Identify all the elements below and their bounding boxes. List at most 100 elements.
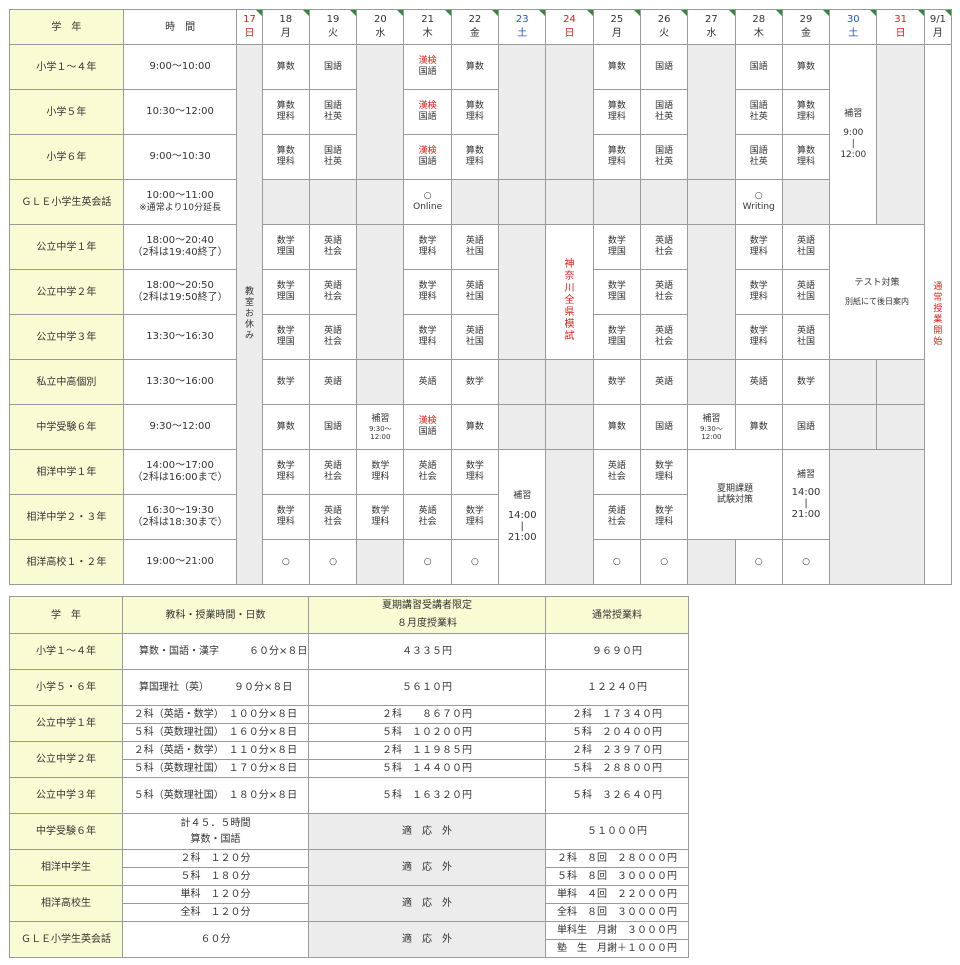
fee-subjects: 計４５．５時間 算数・国語: [122, 813, 309, 850]
fee-header-subjects: 教科・授業時間・日数: [122, 596, 309, 634]
fee-summer: 適 応 外: [308, 813, 546, 850]
class-cell: 数学 理国: [261, 269, 310, 315]
time-cell: 18:00～20:50 （2科は19:50終了）: [122, 269, 238, 315]
empty-cell: [356, 179, 405, 225]
empty-cell: [498, 359, 547, 405]
fee-row: 公立中学３年 ５科（英数理社国） １８０分×８日 ５科 １６３２０円 ５科 ３２…: [9, 777, 689, 814]
fee-header-grade: 学 年: [9, 596, 123, 634]
regular-start-text: 通常授業開始: [933, 281, 943, 347]
class-cell: 算数 理科: [781, 89, 831, 135]
class-cell: ○: [403, 539, 452, 585]
fee-subjects: ５科（英数理社国） １８０分×８日: [122, 777, 309, 814]
empty-cell: [876, 359, 925, 405]
class-cell: 国語 社英: [308, 89, 358, 135]
fee-regular: ５科 ３２６４０円: [545, 777, 689, 814]
schedule-row: 公立中学１年 18:00～20:40 （2科は19:40終了） 数学 理国 英語 …: [9, 224, 952, 360]
class-cell: 算数 理科: [261, 134, 310, 180]
schedule-row: 小学６年 9:00～10:30 算数 理科 国語 社英 漢検 国語 算数 理科 算…: [9, 134, 952, 180]
schedule-row: 小学５年 10:30～12:00 算数 理科 国語 社英 漢検 国語 算数 理科 …: [9, 89, 952, 135]
time-cell: 10:00～11:00 ※通常より10分延長: [122, 179, 238, 225]
fee-regular: ２科 ２３９７０円: [545, 741, 689, 760]
fee-regular: ２科 １７３４０円: [545, 705, 689, 724]
class-cell: 数学: [781, 359, 831, 405]
class-cell: 英語: [734, 359, 783, 405]
class-cell: 算数: [592, 44, 641, 90]
time-cell: 10:30～12:00: [122, 89, 238, 135]
fee-regular: 塾 生 月謝＋１０００円: [545, 939, 689, 958]
fee-subjects: ２科（英語・数学） １１０分×８日: [122, 741, 309, 760]
empty-cell: [356, 44, 405, 180]
class-cell: 数学 理科: [356, 494, 405, 540]
empty-cell: [781, 179, 831, 225]
class-cell: 数学 理科: [403, 269, 452, 315]
regular-start-cell: 通常授業開始: [923, 44, 953, 585]
grade-cell: 公立中学３年: [9, 314, 124, 360]
class-cell: 算数: [734, 404, 783, 450]
class-cell: 算数 理科: [592, 89, 641, 135]
fee-regular: ５科 ２８８００円: [545, 759, 689, 778]
day-19: 19 火: [308, 9, 358, 45]
time-cell: 14:00～17:00 （2科は16:00まで）: [122, 449, 238, 495]
fee-summer: ５科 １０２００円: [308, 723, 546, 742]
day-20: 20 水: [356, 9, 405, 45]
fee-summer: ２科 １１９８５円: [308, 741, 546, 760]
header-grade: 学 年: [9, 9, 124, 45]
fee-subjects: ６０分: [122, 921, 309, 958]
class-cell: 算数: [592, 404, 641, 450]
day-18: 18 月: [261, 9, 310, 45]
class-cell: 国語 社英: [639, 89, 689, 135]
class-cell: 算数: [781, 44, 831, 90]
fee-regular: 全科 ８回 ３００００円: [545, 903, 689, 922]
class-cell: 英語 社会: [308, 269, 358, 315]
empty-cell: [356, 539, 405, 585]
class-cell: 英語 社会: [639, 314, 689, 360]
class-cell: 英語 社国: [781, 224, 831, 270]
mock-exam-text: 神奈川全県模試: [564, 259, 575, 342]
fee-regular: 単科 ４回 ２２０００円: [545, 885, 689, 904]
class-cell: 英語 社会: [308, 224, 358, 270]
empty-cell: [498, 224, 547, 360]
class-cell: 漢検 国語: [403, 404, 452, 450]
fee-summer: ４３３５円: [308, 633, 546, 670]
fee-row: 中学受験６年 計４５．５時間 算数・国語 適 応 外 ５１０００円: [9, 813, 689, 850]
fee-row: 相洋中学生 ２科 １２０分 適 応 外 ２科 ８回 ２８０００円: [9, 849, 689, 886]
empty-cell: [639, 179, 689, 225]
day-17: 17 日: [236, 9, 263, 45]
empty-cell: [687, 179, 736, 225]
fee-summer: ５６１０円: [308, 669, 546, 706]
class-cell: 数学 理国: [592, 269, 641, 315]
empty-cell: [545, 44, 594, 180]
schedule-row: 相洋中学１年 14:00～17:00 （2科は16:00まで） 数学 理科 英語 …: [9, 449, 952, 585]
header-time: 時 間: [122, 9, 238, 45]
empty-cell: [356, 224, 405, 360]
grade-cell: 相洋中学２・３年: [9, 494, 124, 540]
holiday-cell: 教室お休み: [236, 44, 263, 585]
fee-summer: ５科 １４４００円: [308, 759, 546, 778]
class-cell: 英語 社会: [308, 314, 358, 360]
empty-cell: [687, 539, 736, 585]
fee-subjects: ５科（英数理社国） １６０分×８日: [122, 723, 309, 742]
hoshu-small-cell: 補習 9:30～ 12:00: [356, 404, 405, 450]
grade-cell: 小学１～４年: [9, 44, 124, 90]
fee-grade: 公立中学２年: [9, 741, 123, 778]
fee-grade: 中学受験６年: [9, 813, 123, 850]
class-cell: 英語 社会: [403, 494, 452, 540]
empty-cell: [687, 224, 736, 360]
fee-header-row: 学 年 教科・授業時間・日数 夏期講習受講者限定 ８月度授業料 通常授業料: [9, 596, 689, 634]
grade-cell: 小学５年: [9, 89, 124, 135]
class-cell: 英語: [308, 359, 358, 405]
empty-cell: [356, 359, 405, 405]
class-cell: 数学 理科: [261, 449, 310, 495]
class-cell: 国語: [734, 44, 783, 90]
test-prep-cell: テスト対策 別紙にて後日案内: [829, 224, 925, 360]
class-cell: 数学 理科: [356, 449, 405, 495]
class-cell: 国語 社英: [734, 134, 783, 180]
fee-subjects: ５科 １８０分: [122, 867, 309, 886]
fee-subjects: 単科 １２０分: [122, 885, 309, 904]
class-cell: 英語 社会: [403, 449, 452, 495]
fee-regular: ９６９０円: [545, 633, 689, 670]
empty-cell: [545, 449, 594, 585]
schedule-row: 中学受験６年 9:30～12:00 算数 国語 補習 9:30～ 12:00 漢検…: [9, 404, 952, 450]
fee-grade: 公立中学３年: [9, 777, 123, 814]
class-cell: 数学 理国: [261, 224, 310, 270]
